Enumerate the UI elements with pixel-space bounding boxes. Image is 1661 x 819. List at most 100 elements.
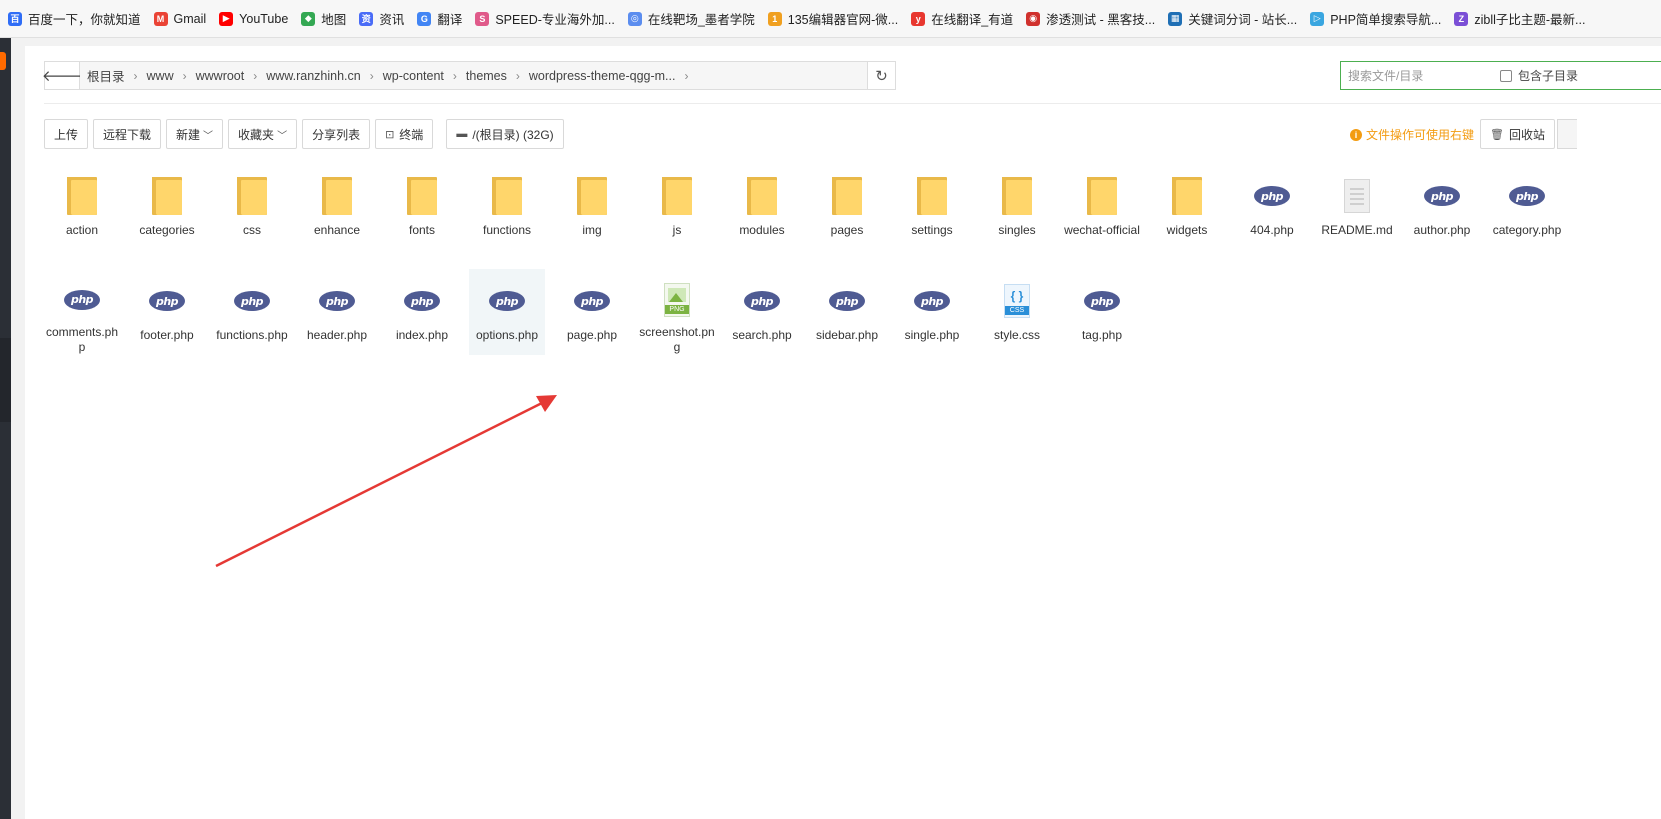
- php-file-icon: php: [319, 291, 355, 311]
- folder-item[interactable]: categories: [129, 164, 205, 250]
- bookmark-label: 关键词分词 - 站长...: [1188, 13, 1298, 27]
- file-item[interactable]: php page.php: [554, 269, 630, 355]
- file-name: index.php: [395, 328, 449, 342]
- bookmark-item[interactable]: Zzibll子比主题-最新...: [1448, 6, 1592, 32]
- gmail-icon: M: [153, 11, 168, 26]
- upload-button[interactable]: 上传: [44, 119, 89, 149]
- file-icon-wrap: php: [317, 279, 357, 323]
- right-click-hint: i 文件操作可使用右键: [1350, 126, 1474, 143]
- breadcrumb: 根目录 › www › wwwroot › www.ranzhinh.cn › wp-conte…: [80, 62, 867, 89]
- folder-item[interactable]: singles: [979, 164, 1055, 250]
- folder-icon: [662, 177, 692, 215]
- search-input[interactable]: [1341, 62, 1496, 89]
- text-line: [1350, 193, 1364, 195]
- folder-item[interactable]: modules: [724, 164, 800, 250]
- file-item[interactable]: README.md: [1319, 164, 1395, 250]
- folder-item[interactable]: css: [214, 164, 290, 250]
- breadcrumb-item[interactable]: www: [146, 69, 175, 83]
- file-item[interactable]: PNG screenshot.png: [639, 269, 715, 355]
- refresh-icon[interactable]: ↻: [867, 62, 895, 89]
- file-manager-panel: 🡐 根目录 › www › wwwroot › www.ranzhinh.cn › wp-con…: [25, 46, 1661, 819]
- file-item[interactable]: php header.php: [299, 269, 375, 355]
- file-icon-wrap: [1337, 174, 1377, 218]
- share-list-button[interactable]: 分享列表: [302, 119, 371, 149]
- file-item[interactable]: php functions.php: [214, 269, 290, 355]
- bookmark-item[interactable]: ◆ 地图: [295, 6, 353, 32]
- file-item[interactable]: { } CSS style.css: [979, 269, 1055, 355]
- breadcrumb-item[interactable]: wordpress-theme-qgg-m...: [528, 69, 677, 83]
- terminal-button[interactable]: ⊡ 终端: [375, 119, 434, 149]
- bookmark-item[interactable]: ▷ PHP简单搜索导航...: [1304, 6, 1448, 32]
- folder-icon: [407, 177, 437, 215]
- new-dropdown-button[interactable]: 新建 ﹀: [166, 119, 224, 149]
- bookmark-item[interactable]: S SPEED-专业海外加...: [469, 6, 621, 32]
- file-item[interactable]: php 404.php: [1234, 164, 1310, 250]
- breadcrumb-item[interactable]: themes: [465, 69, 508, 83]
- folder-item[interactable]: js: [639, 164, 715, 250]
- folder-item[interactable]: wechat-official: [1064, 164, 1140, 250]
- file-name: action: [65, 223, 99, 237]
- include-subdir-label: 包含子目录: [1518, 69, 1579, 83]
- file-icon-wrap: php: [402, 279, 442, 323]
- file-item[interactable]: php category.php: [1489, 164, 1565, 250]
- file-item[interactable]: php tag.php: [1064, 269, 1140, 355]
- bookmark-item[interactable]: ◎ 在线靶场_墨者学院: [622, 6, 762, 32]
- folder-item[interactable]: fonts: [384, 164, 460, 250]
- bookmark-item[interactable]: 资资讯: [353, 6, 411, 32]
- file-icon-wrap: [1167, 174, 1207, 218]
- folder-front: [581, 180, 607, 215]
- file-item[interactable]: php comments.php: [44, 269, 120, 355]
- folder-item[interactable]: widgets: [1149, 164, 1225, 250]
- php-file-icon: php: [1084, 291, 1120, 311]
- favorites-dropdown-button[interactable]: 收藏夹 ﹀: [228, 119, 298, 149]
- file-icon-wrap: [997, 174, 1037, 218]
- bookmark-item[interactable]: y 在线翻译_有道: [905, 6, 1020, 32]
- remote-download-button[interactable]: 远程下载: [93, 119, 162, 149]
- file-name: css: [243, 223, 261, 237]
- file-name: options.php: [475, 328, 539, 342]
- bookmark-item[interactable]: G 翻译: [411, 6, 469, 32]
- include-subdir-checkbox[interactable]: [1500, 69, 1512, 82]
- folder-item[interactable]: functions: [469, 164, 545, 250]
- upload-label: 上传: [54, 127, 79, 142]
- bookmark-item[interactable]: ▶ YouTube: [213, 6, 295, 32]
- maps-icon: ◆: [301, 11, 316, 26]
- folder-item[interactable]: enhance: [299, 164, 375, 250]
- view-toggle-button[interactable]: [1557, 119, 1577, 149]
- disk-button[interactable]: ▬ /(根目录) (32G): [446, 119, 564, 149]
- file-name: footer.php: [140, 328, 194, 342]
- file-item[interactable]: php single.php: [894, 269, 970, 355]
- folder-item[interactable]: action: [44, 164, 120, 250]
- recycle-bin-button[interactable]: 🗑 回收站: [1480, 119, 1555, 149]
- file-icon-wrap: php: [487, 279, 527, 323]
- file-item[interactable]: php index.php: [384, 269, 460, 355]
- bookmark-item[interactable]: ◉ 渗透测试 - 黑客技...: [1020, 6, 1162, 32]
- back-arrow-icon[interactable]: 🡐: [42, 62, 82, 89]
- bookmark-item[interactable]: M Gmail: [148, 6, 214, 32]
- breadcrumb-item[interactable]: 根目录: [86, 66, 126, 85]
- file-icon-wrap: [1082, 174, 1122, 218]
- folder-item[interactable]: settings: [894, 164, 970, 250]
- file-item[interactable]: php search.php: [724, 269, 800, 355]
- file-name: search.php: [732, 328, 792, 342]
- breadcrumb-item[interactable]: wwwroot: [195, 69, 246, 83]
- bookmark-item[interactable]: ▦ 关键词分词 - 站长...: [1162, 6, 1304, 32]
- file-item[interactable]: php author.php: [1404, 164, 1480, 250]
- sidebar-pin-indicator[interactable]: [0, 52, 6, 70]
- folder-front: [921, 180, 947, 215]
- breadcrumb-item[interactable]: www.ranzhinh.cn: [265, 69, 362, 83]
- chevron-right-icon: ›: [182, 68, 187, 83]
- png-tag: PNG: [665, 304, 689, 314]
- folder-front: [156, 180, 182, 215]
- file-item[interactable]: php footer.php: [129, 269, 205, 355]
- file-item[interactable]: php sidebar.php: [809, 269, 885, 355]
- folder-item[interactable]: img: [554, 164, 630, 250]
- folder-item[interactable]: pages: [809, 164, 885, 250]
- bookmark-item[interactable]: 1 135编辑器官网-微...: [762, 6, 905, 32]
- file-item[interactable]: php options.php: [469, 269, 545, 355]
- file-icon-wrap: php: [232, 279, 272, 323]
- share-list-label: 分享列表: [312, 127, 361, 142]
- file-icon-wrap: php: [1507, 174, 1547, 218]
- bookmark-item[interactable]: 百百度一下，你就知道: [2, 6, 148, 32]
- breadcrumb-item[interactable]: wp-content: [382, 69, 445, 83]
